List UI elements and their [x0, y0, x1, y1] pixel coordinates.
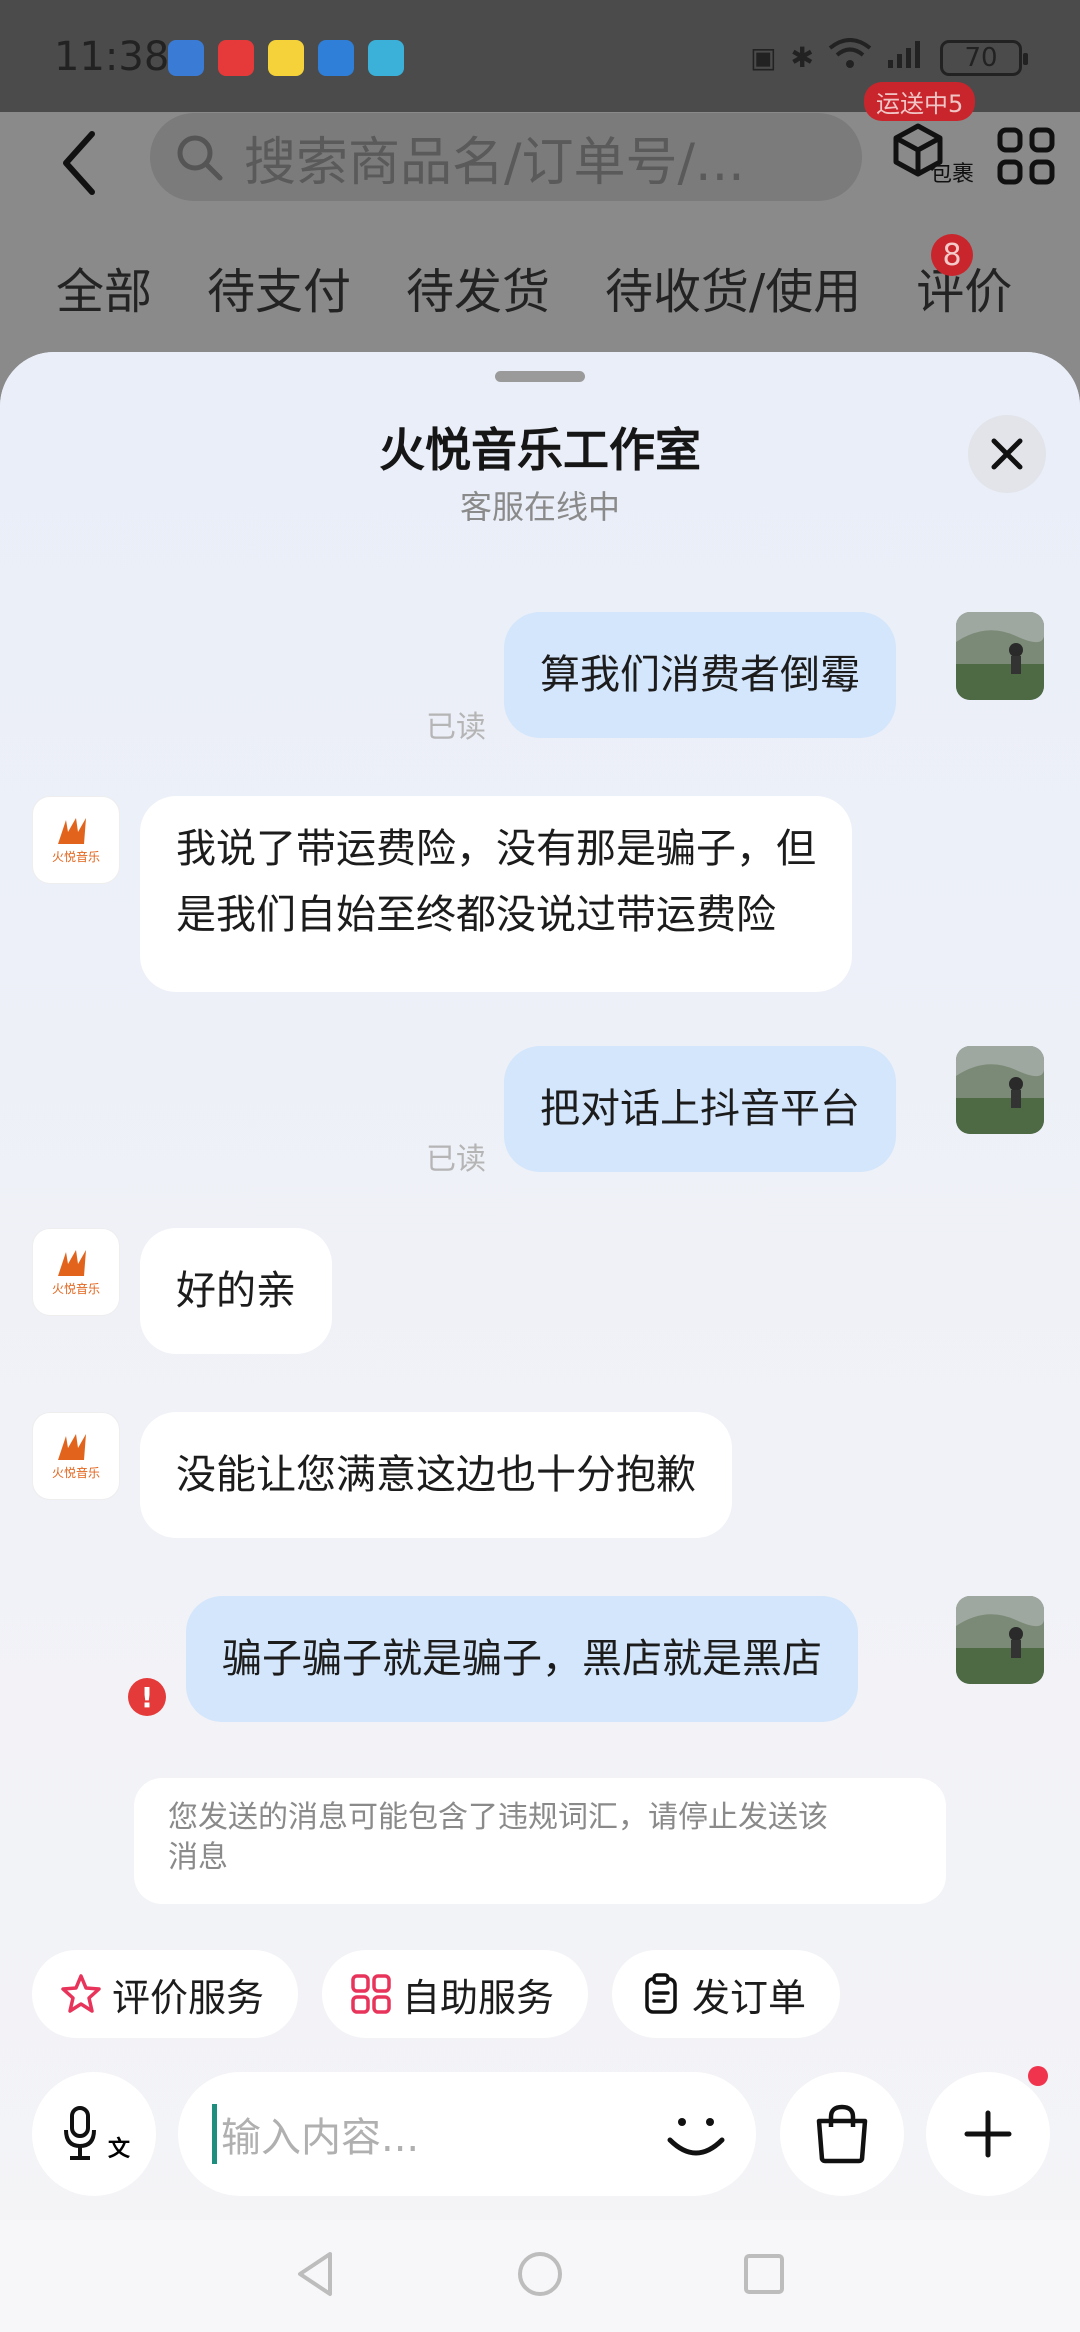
message-bubble: 我说了带运费险，没有那是骗子，但 是我们自始至终都没说过带运费险: [140, 796, 852, 992]
voice-sub-label: 文: [107, 2137, 130, 2162]
search-placeholder: 搜索商品名/订单号/...: [244, 132, 745, 193]
back-button[interactable]: [50, 118, 110, 208]
voice-to-text-button[interactable]: 文: [32, 2072, 156, 2196]
battery-level: 70: [964, 42, 998, 73]
tab-all[interactable]: 全部: [56, 252, 152, 332]
chat-status: 客服在线中: [459, 488, 620, 526]
search-icon: [177, 135, 223, 181]
warning-line: 您发送的消息可能包含了违规词汇，请停止发送该: [168, 1800, 828, 1835]
plus-icon: [964, 2110, 1012, 2158]
message-bubble: 骗子骗子就是骗子，黑店就是黑店: [186, 1596, 858, 1722]
nav-recents-button[interactable]: [734, 2244, 794, 2304]
user-avatar[interactable]: [956, 612, 1044, 700]
message-bubble: 好的亲: [140, 1228, 332, 1354]
shop-avatar[interactable]: 火悦音乐: [32, 1228, 120, 1316]
battery-icon: 70: [940, 39, 1028, 76]
nav-home-button[interactable]: [510, 2244, 570, 2304]
huawei-app-icon: [218, 40, 254, 76]
read-receipt: 已读: [426, 1142, 486, 1177]
chat-title: 火悦音乐工作室: [379, 423, 701, 477]
rate-service-button[interactable]: 评价服务: [32, 1950, 299, 2038]
nfc-icon: ▣: [750, 41, 777, 74]
clock-app-icon: [168, 40, 204, 76]
send-order-button[interactable]: 发订单: [612, 1950, 841, 2038]
square-recents-icon: [744, 2254, 784, 2294]
quick-action-label: 自助服务: [402, 1975, 555, 2020]
text-caret: [212, 2104, 217, 2164]
self-service-button[interactable]: 自助服务: [322, 1950, 589, 2038]
shop-avatar[interactable]: 火悦音乐: [32, 1412, 120, 1500]
message-bubble: 没能让您满意这边也十分抱歉: [140, 1412, 732, 1538]
notification-icons: [168, 40, 404, 76]
user-avatar[interactable]: [956, 1596, 1044, 1684]
emoji-button[interactable]: [656, 2094, 736, 2174]
close-button[interactable]: [968, 415, 1046, 493]
tab-to-receive[interactable]: 待收货/使用: [605, 252, 861, 332]
shop-avatar-label: 火悦音乐: [51, 1465, 100, 1480]
chat-sheet: 已读 算我们消费者倒霉 已读 火悦音乐 我说了带运费险，没有那是骗子，但 是我们…: [0, 352, 1080, 2332]
shopping-bag-button[interactable]: [780, 2072, 904, 2196]
drag-handle[interactable]: [495, 371, 585, 382]
clown-app-icon: [268, 40, 304, 76]
more-options-button[interactable]: [926, 2072, 1050, 2196]
nav-back-button[interactable]: [286, 2244, 346, 2304]
shop-avatar[interactable]: 火悦音乐: [32, 796, 120, 884]
grid-icon: [351, 1974, 391, 2014]
shop-avatar-label: 火悦音乐: [51, 1281, 100, 1296]
order-tabs: 全部 待支付 待发货 待收货/使用 评价: [0, 252, 1012, 332]
send-error-icon[interactable]: !: [128, 1678, 166, 1716]
notification-dot: [1028, 2066, 1048, 2086]
triangle-back-icon: [298, 2252, 332, 2296]
message-bubble: 算我们消费者倒霉: [504, 612, 896, 738]
wifi-icon: [828, 38, 872, 77]
grid-menu-icon[interactable]: [996, 126, 1056, 186]
message-line: 我说了带运费险，没有那是骗子，但: [176, 826, 816, 872]
quick-action-label: 评价服务: [112, 1975, 265, 2020]
violation-warning: 您发送的消息可能包含了违规词汇，请停止发送该 消息: [134, 1778, 946, 1904]
smile-icon: [667, 2118, 725, 2156]
bird-app-icon: [318, 40, 354, 76]
shipping-badge: 运送中5: [864, 82, 976, 121]
shop-avatar-label: 火悦音乐: [51, 849, 100, 864]
message-line: 是我们自始至终都没说过带运费险: [176, 892, 776, 938]
user-avatar[interactable]: [956, 1046, 1044, 1134]
star-icon: [61, 1974, 101, 2013]
order-page-header: 搜索商品名/订单号/... 运送中5 包裹 全部 待支付 待发货 待收货/使用 …: [0, 82, 1080, 362]
circle-home-icon: [518, 2252, 562, 2296]
signal-icon: [886, 38, 926, 77]
package-label: 包裹: [930, 162, 975, 187]
system-nav-bar: [0, 2220, 1080, 2332]
bluetooth-icon: ✱: [790, 41, 814, 74]
read-receipt: 已读: [426, 710, 486, 745]
warning-line: 消息: [168, 1840, 228, 1875]
status-indicators: ▣ ✱ 70: [750, 38, 1028, 77]
close-icon: [991, 438, 1023, 470]
browser-app-icon: [368, 40, 404, 76]
quick-action-label: 发订单: [692, 1975, 807, 2020]
clipboard-icon: [645, 1973, 677, 2014]
order-search-input[interactable]: 搜索商品名/订单号/...: [150, 113, 862, 201]
input-placeholder: 输入内容...: [221, 2115, 420, 2161]
status-time: 11:38: [54, 34, 170, 80]
tab-badge: 8: [931, 234, 973, 276]
quick-actions: 评价服务 自助服务 发订单: [32, 1950, 841, 2038]
tab-to-ship[interactable]: 待发货: [406, 252, 550, 332]
shopping-bag-icon: [816, 2104, 868, 2164]
message-bubble: 把对话上抖音平台: [504, 1046, 896, 1172]
composer: 文 输入内容...: [32, 2066, 1052, 2196]
tab-to-pay[interactable]: 待支付: [207, 252, 351, 332]
